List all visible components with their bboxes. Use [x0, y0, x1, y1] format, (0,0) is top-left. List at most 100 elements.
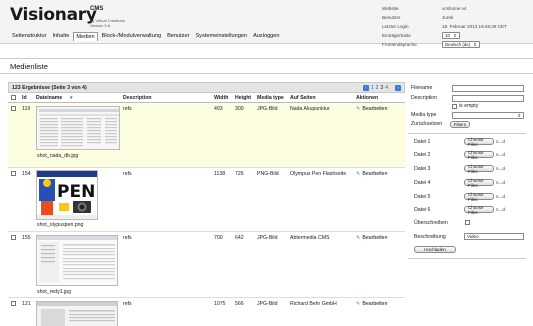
file-4-status: n...d — [496, 180, 505, 185]
result-summary: 123 Ergebnisse (Seite 3 von 4) — [12, 85, 87, 91]
file-3-label: Datei 3 — [414, 166, 431, 172]
edit-button[interactable]: ✎ Bearbeiten — [356, 301, 387, 307]
row-checkbox[interactable] — [11, 106, 16, 111]
row-id: 119 — [22, 106, 31, 112]
col-aktionen: Aktionen — [356, 95, 379, 101]
row-media-type: JPG-Bild — [257, 301, 278, 307]
row-filename: shot_nada_db.jpg — [37, 153, 79, 159]
edit-button[interactable]: ✎ Bearbeiten — [356, 171, 387, 177]
col-width[interactable]: Width — [214, 95, 228, 101]
nav-inhalte[interactable]: Inhalte — [51, 32, 72, 41]
table-row: 155 shot_redy1.jpg refs 700 642 JPG-Bild… — [8, 232, 405, 298]
overwrite-label: Überschreiben — [414, 220, 448, 226]
choose-files-5-button[interactable]: Choose Files — [464, 192, 494, 202]
filter-upload-panel: Filename Description is empty Media type… — [408, 82, 526, 262]
page-title-bar: Medienliste — [0, 58, 533, 74]
thumbnail-image[interactable] — [36, 106, 120, 150]
nav-ausloggen[interactable]: Ausloggen — [251, 32, 281, 41]
nav-block-modulverwaltung[interactable]: Block-/Modulverwaltung — [100, 32, 163, 41]
pencil-icon: ✎ — [356, 235, 361, 241]
page-link-1[interactable]: 1 — [371, 85, 374, 91]
row-width: 1075 — [214, 301, 226, 307]
row-height: 726 — [235, 171, 244, 177]
beschreibung-input[interactable]: Video — [464, 233, 524, 240]
nav-medien[interactable]: Medien — [73, 32, 98, 41]
row-id: 121 — [22, 301, 31, 307]
logo-cms-mark: CMS — [90, 6, 104, 12]
col-description[interactable]: Description — [123, 95, 152, 101]
media-table: 123 Ergebnisse (Seite 3 von 4) ‹ 1 2 3 4… — [8, 82, 405, 326]
description-input[interactable] — [452, 95, 524, 102]
edit-button[interactable]: ✎ Bearbeiten — [356, 235, 387, 241]
choose-files-6-button[interactable]: Choose Files — [464, 205, 494, 215]
filename-input[interactable] — [452, 85, 524, 92]
prev-page-icon[interactable]: ‹ — [362, 85, 369, 91]
sort-asc-icon[interactable]: ▾ — [70, 95, 73, 101]
row-checkbox[interactable] — [11, 235, 16, 240]
file-2-status: n...d — [496, 152, 505, 157]
thumbnail-image[interactable]: PEN — [36, 170, 98, 220]
page-link-4[interactable]: 4 — [385, 85, 388, 91]
frontend-language-select[interactable]: Deutsch (de) ⇕ — [442, 41, 480, 48]
entries-per-page-select[interactable]: 10 ⇕ — [442, 32, 460, 39]
result-bar: 123 Ergebnisse (Seite 3 von 4) ‹ 1 2 3 4… — [8, 82, 405, 93]
edit-label: Bearbeiten — [362, 235, 388, 241]
row-filename: shot_olypuspen.png — [37, 222, 84, 228]
beschreibung-label: Beschreibung — [414, 234, 446, 240]
choose-files-3-button[interactable]: Choose Files — [464, 164, 494, 174]
filter-button[interactable]: Filtern — [450, 121, 470, 128]
thumbnail-image[interactable] — [36, 235, 118, 286]
row-checkbox[interactable] — [11, 301, 16, 306]
description-label: Description — [411, 95, 437, 101]
edit-label: Bearbeiten — [362, 171, 388, 177]
col-auf-seiten[interactable]: Auf Seiten — [290, 95, 316, 101]
file-2-label: Datei 2 — [414, 152, 431, 158]
page-title: Medienliste — [10, 62, 48, 71]
next-page-icon[interactable]: › — [395, 85, 401, 91]
select-all-checkbox[interactable] — [11, 95, 16, 100]
file-5-status: n...d — [496, 194, 505, 199]
entries-per-page-label: Einträge/Seite — [382, 33, 411, 38]
divider — [408, 133, 526, 134]
last-login-label: Letzter Login — [382, 24, 409, 29]
website-value: vcshome v4 — [442, 6, 467, 11]
reset-link[interactable]: Zurücksetzen — [411, 121, 442, 127]
nav-systemeinstellungen[interactable]: Systemeinstellungen — [193, 32, 249, 41]
choose-files-1-button[interactable]: Choose Files — [464, 137, 494, 147]
entries-per-page-value: 10 — [445, 33, 450, 38]
pencil-icon: ✎ — [356, 301, 361, 307]
thumbnail-image[interactable] — [36, 301, 118, 326]
last-login-value: 19. Februar 2013 19:46:38 CET — [442, 24, 507, 29]
session-info: Website vcshome v4 Benutzer Jurek Letzte… — [382, 4, 507, 49]
page-link-3: 3 — [380, 85, 384, 91]
media-type-select[interactable]: ⇕ — [452, 112, 524, 119]
user-value: Jurek — [442, 15, 454, 20]
frontend-language-label: Frontendsprache — [382, 42, 417, 47]
col-id[interactable]: Id — [22, 95, 27, 101]
row-description: refs — [123, 106, 132, 112]
is-empty-checkbox[interactable] — [452, 104, 457, 109]
row-checkbox[interactable] — [11, 171, 16, 176]
col-media-type[interactable]: Media type — [257, 95, 284, 101]
row-description: refs — [123, 301, 132, 307]
file-6-status: n...d — [496, 207, 505, 212]
row-filename: shot_redy1.jpg — [37, 289, 72, 295]
page-link-2[interactable]: 2 — [376, 85, 379, 91]
row-height: 566 — [235, 301, 244, 307]
nav-seitenstruktur[interactable]: Seitenstruktur — [10, 32, 49, 41]
col-height[interactable]: Height — [235, 95, 251, 101]
edit-button[interactable]: ✎ Bearbeiten — [356, 106, 387, 112]
col-dateiname[interactable]: Dateiname — [36, 95, 62, 101]
main-nav: Seitenstruktur Inhalte Medien Block-/Mod… — [10, 32, 284, 41]
table-row: 154 PEN shot_olypuspen.png refs 1138 726… — [8, 168, 405, 232]
choose-files-2-button[interactable]: Choose Files — [464, 150, 494, 160]
select-arrows-icon: ⇕ — [517, 113, 521, 118]
user-label: Benutzer — [382, 15, 401, 20]
overwrite-checkbox[interactable] — [465, 220, 470, 225]
app-header: Visionary CMS by Virtual Creations Versi… — [0, 0, 533, 48]
edit-label: Bearbeiten — [362, 106, 388, 112]
nav-benutzer[interactable]: Benutzer — [165, 32, 191, 41]
upload-button[interactable]: Hochladen — [414, 246, 456, 253]
choose-files-4-button[interactable]: Choose Files — [464, 178, 494, 188]
edit-label: Bearbeiten — [362, 301, 388, 307]
